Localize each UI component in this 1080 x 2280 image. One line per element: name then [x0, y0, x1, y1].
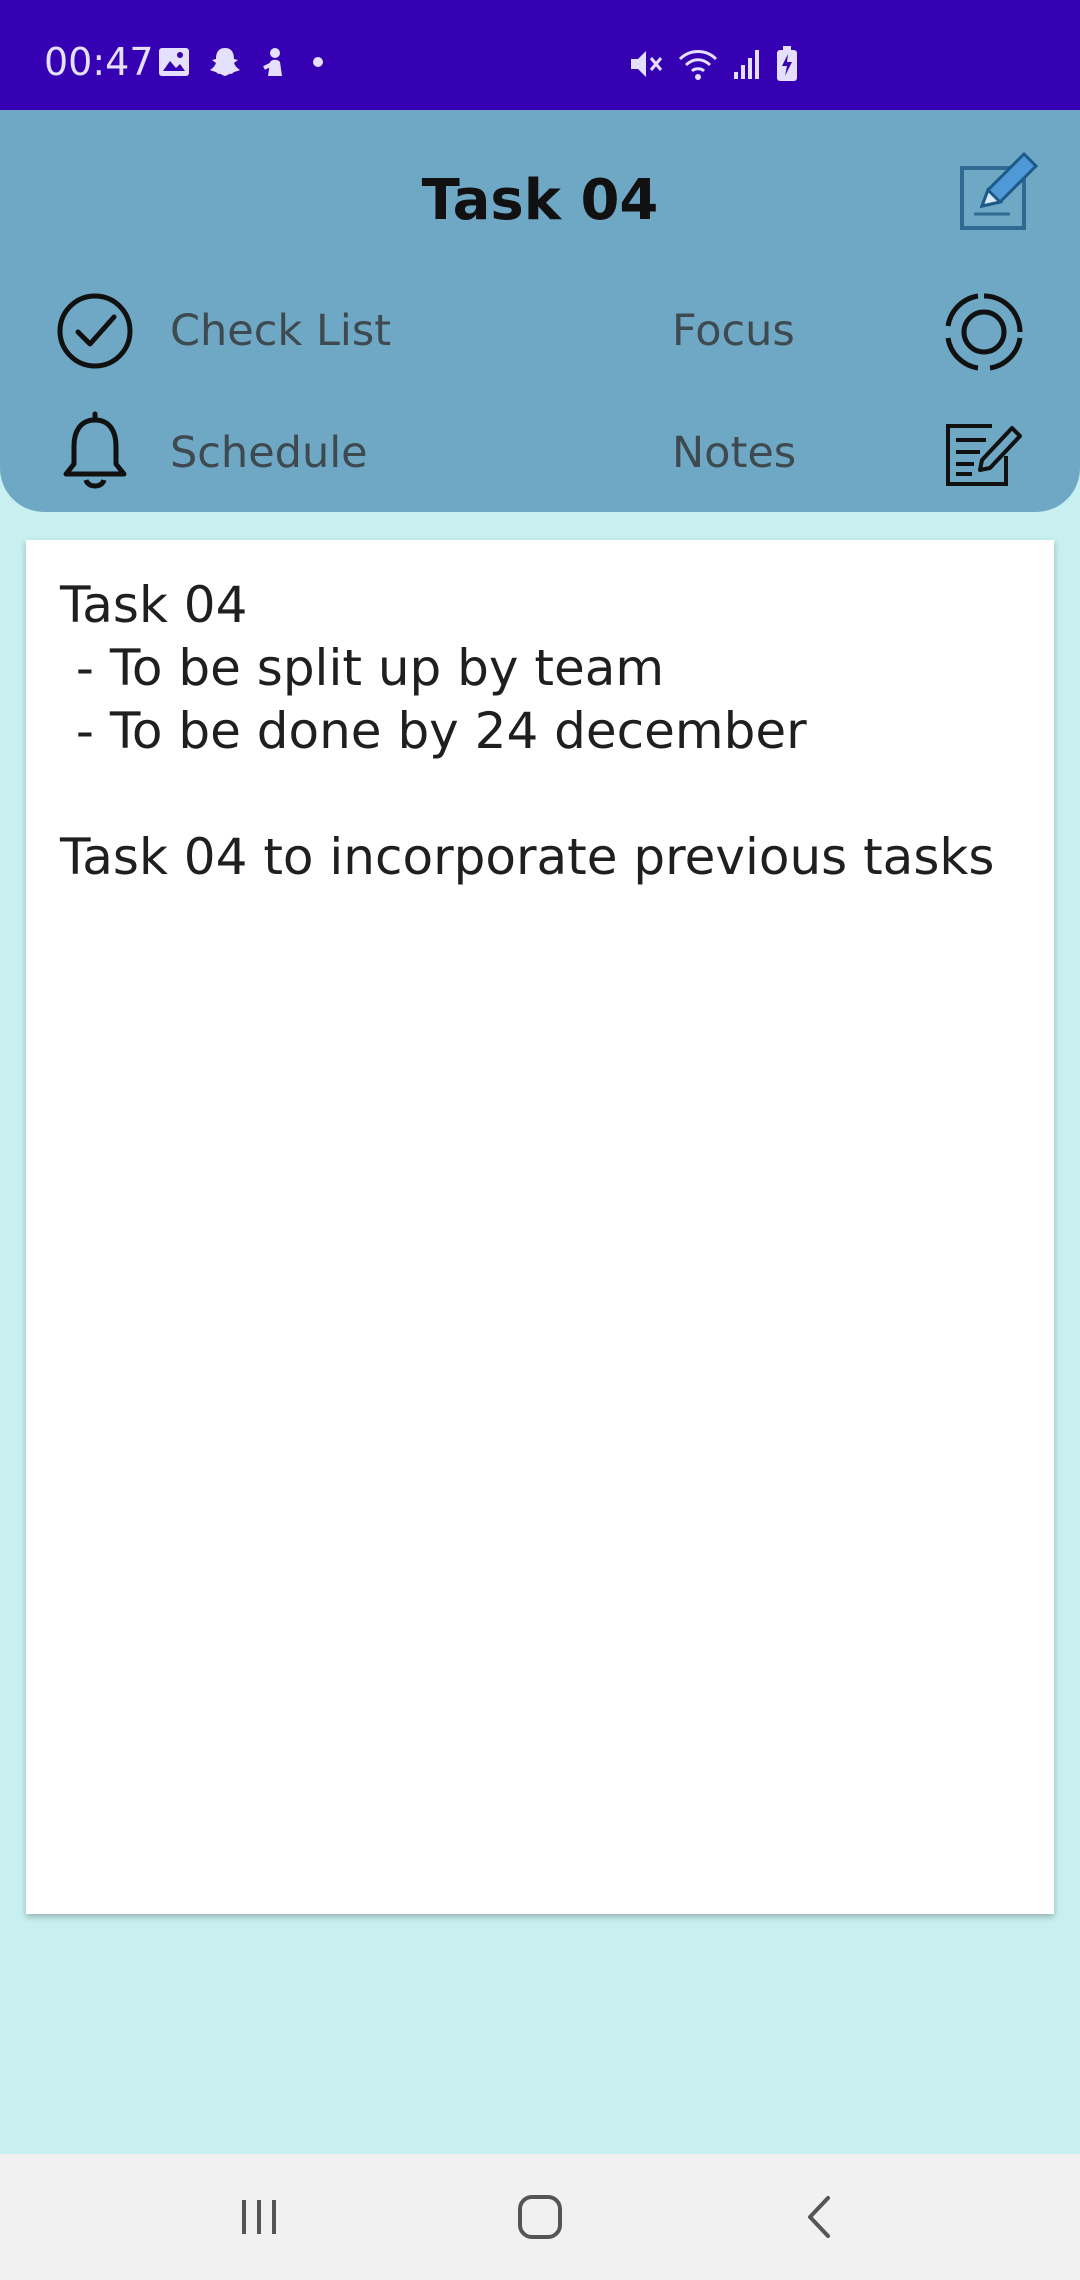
focus-ring-icon — [945, 293, 1023, 371]
focus-label: Focus — [672, 306, 795, 356]
edit-note-icon[interactable] — [958, 150, 1040, 232]
page-title: Task 04 — [421, 168, 659, 233]
home-icon[interactable] — [505, 2182, 575, 2252]
note-text[interactable]: Task 04 - To be split up by team - To be… — [60, 574, 1020, 889]
status-bar: 00:47 — [0, 0, 1080, 110]
mute-icon — [631, 51, 663, 77]
notes-pencil-icon — [946, 424, 1022, 486]
schedule-label: Schedule — [170, 428, 368, 478]
status-right-icons — [628, 46, 798, 82]
task-header: Task 04 Check List Focus Schedule Notes — [0, 110, 1080, 512]
wifi-icon — [678, 50, 718, 80]
status-left-icons — [158, 46, 328, 78]
check-list-label: Check List — [170, 306, 392, 356]
snapchat-icon — [210, 48, 240, 76]
bell-icon — [63, 411, 127, 489]
check-circle-icon — [57, 293, 133, 369]
assistant-icon — [263, 48, 282, 76]
dot-icon — [313, 57, 323, 67]
system-nav-bar — [0, 2154, 1080, 2280]
signal-icon — [734, 50, 759, 79]
status-time: 00:47 — [44, 40, 154, 84]
recent-apps-icon[interactable] — [224, 2182, 294, 2252]
notes-label: Notes — [672, 428, 797, 478]
battery-charging-icon — [777, 46, 797, 81]
back-icon[interactable] — [786, 2182, 856, 2252]
note-card[interactable]: Task 04 - To be split up by team - To be… — [26, 540, 1054, 1914]
gallery-icon — [159, 48, 189, 76]
